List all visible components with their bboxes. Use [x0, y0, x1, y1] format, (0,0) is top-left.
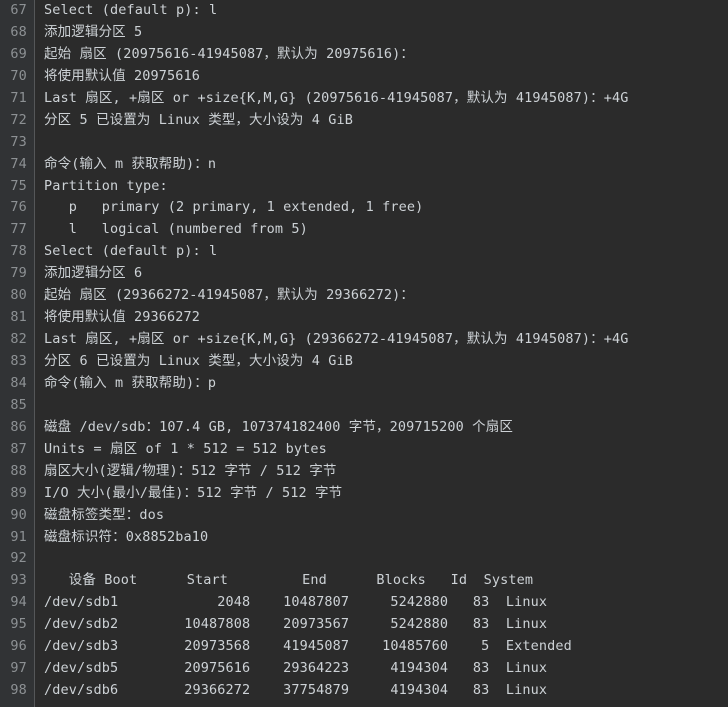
line-number: 73 [10, 133, 27, 150]
line-number: 70 [10, 67, 27, 84]
line-number: 83 [10, 353, 27, 369]
line-text: l logical (numbered from 5) [44, 221, 308, 238]
line-number: 76 [10, 199, 27, 216]
code-line: 73 [0, 132, 728, 154]
line-number: 80 [10, 287, 27, 304]
code-line: 68 添加逻辑分区 5 [0, 22, 728, 44]
line-number: 92 [10, 550, 27, 567]
line-text: 添加逻辑分区 6 [44, 265, 143, 282]
code-line: 84 命令(输入 m 获取帮助)：p [0, 373, 728, 395]
line-number: 93 [10, 572, 27, 589]
line-number: 77 [10, 221, 27, 238]
code-line: 86 磁盘 /dev/sdb：107.4 GB, 107374182400 字节，… [0, 417, 728, 439]
line-number: 98 [10, 682, 27, 699]
line-number: 81 [10, 309, 27, 326]
line-number: 91 [10, 528, 27, 545]
line-number: 79 [10, 265, 27, 282]
code-line: 90 磁盘标签类型：dos [0, 505, 728, 527]
code-line: 97/dev/sdb5 20975616 29364223 4194304 83… [0, 658, 728, 680]
line-text: 扇区大小(逻辑/物理)：512 字节 / 512 字节 [44, 462, 337, 479]
line-number: 75 [10, 177, 27, 194]
line-text: /dev/sdb1 2048 10487807 5242880 83 Linux [44, 594, 548, 611]
line-number: 69 [10, 45, 27, 62]
code-line: 72 分区 5 已设置为 Linux 类型，大小设为 4 GiB [0, 110, 728, 132]
line-number: 74 [10, 155, 27, 172]
code-line: 70 将使用默认值 20975616 [0, 66, 728, 88]
line-text: 分区 5 已设置为 Linux 类型，大小设为 4 GiB [44, 111, 354, 128]
code-line: 92 [0, 548, 728, 570]
line-number: 88 [10, 462, 27, 479]
code-line: 82 Last 扇区, +扇区 or +size{K,M,G} (29366272… [0, 329, 728, 351]
line-number: 96 [10, 638, 27, 655]
code-line: 77 l logical (numbered from 5) [0, 219, 728, 241]
code-line: 83 分区 6 已设置为 Linux 类型，大小设为 4 GiB [0, 351, 728, 373]
code-line: 76 p primary (2 primary, 1 extended, 1 f… [0, 197, 728, 219]
line-text: p primary (2 primary, 1 extended, 1 free… [44, 199, 424, 216]
line-text: Partition type: [44, 177, 168, 194]
line-text: 添加逻辑分区 5 [44, 23, 143, 40]
line-text: Last 扇区, +扇区 or +size{K,M,G} (29366272-4… [44, 331, 629, 348]
line-text: /dev/sdb5 20975616 29364223 4194304 83 L… [44, 660, 548, 677]
line-text: 起始 扇区 (29366272-41945087，默认为 29366272)： [44, 287, 415, 304]
line-text: 磁盘 /dev/sdb：107.4 GB, 107374182400 字节，20… [44, 418, 513, 435]
line-text: 起始 扇区 (20975616-41945087，默认为 20975616)： [44, 45, 415, 62]
code-line: 89 I/O 大小(最小/最佳)：512 字节 / 512 字节 [0, 483, 728, 505]
code-line: 98/dev/sdb6 29366272 37754879 4194304 83… [0, 680, 728, 702]
line-number: 95 [10, 616, 27, 633]
code-line: 75 Partition type: [0, 176, 728, 198]
code-line: 74 命令(输入 m 获取帮助)：n [0, 154, 728, 176]
line-text: Last 扇区, +扇区 or +size{K,M,G} (20975616-4… [44, 89, 629, 106]
code-line: 87 Units = 扇区 of 1 * 512 = 512 bytes [0, 439, 728, 461]
code-line: 96/dev/sdb3 20973568 41945087 10485760 5… [0, 636, 728, 658]
code-line: 91 磁盘标识符：0x8852ba10 [0, 527, 728, 549]
code-line: 93 设备 Boot Start End Blocks Id System [0, 570, 728, 592]
code-line: 88 扇区大小(逻辑/物理)：512 字节 / 512 字节 [0, 461, 728, 483]
code-line: 94/dev/sdb1 2048 10487807 5242880 83 Lin… [0, 592, 728, 614]
line-text: 将使用默认值 20975616 [44, 67, 200, 84]
line-number: 82 [10, 331, 27, 348]
line-text: 将使用默认值 29366272 [44, 309, 200, 326]
line-number: 68 [10, 23, 27, 40]
code-line-list: 67 Select (default p): l 68 添加逻辑分区 5 69 起始 扇区… [0, 0, 728, 702]
line-number: 97 [10, 660, 27, 677]
code-line: 85 [0, 395, 728, 417]
code-line: 71 Last 扇区, +扇区 or +size{K,M,G} (20975616… [0, 88, 728, 110]
line-number: 67 [10, 2, 27, 18]
code-line: 78 Select (default p): l [0, 241, 728, 263]
line-text: 磁盘标识符：0x8852ba10 [44, 528, 209, 545]
line-text: 命令(输入 m 获取帮助)：n [44, 155, 217, 172]
code-line: 67 Select (default p): l [0, 0, 728, 22]
line-number: 71 [10, 89, 27, 106]
line-number: 87 [10, 440, 27, 457]
line-number: 90 [10, 506, 27, 523]
line-number: 89 [10, 484, 27, 501]
code-line: 79 添加逻辑分区 6 [0, 263, 728, 285]
code-line: 69 起始 扇区 (20975616-41945087，默认为 20975616)… [0, 44, 728, 66]
line-text: /dev/sdb3 20973568 41945087 10485760 5 E… [44, 638, 572, 655]
line-text: /dev/sdb2 10487808 20973567 5242880 83 L… [44, 616, 548, 633]
line-text: 设备 Boot Start End Blocks Id System [44, 572, 534, 589]
line-number: 94 [10, 594, 27, 611]
line-number: 78 [10, 243, 27, 260]
code-line: 80 起始 扇区 (29366272-41945087，默认为 29366272)… [0, 285, 728, 307]
line-number: 85 [10, 396, 27, 413]
line-text: 磁盘标签类型：dos [44, 506, 165, 523]
code-line: 81 将使用默认值 29366272 [0, 307, 728, 329]
line-text: 命令(输入 m 获取帮助)：p [44, 374, 217, 391]
line-number: 72 [10, 111, 27, 128]
line-text: Select (default p): l [44, 2, 218, 18]
line-text: I/O 大小(最小/最佳)：512 字节 / 512 字节 [44, 484, 343, 501]
line-number: 86 [10, 418, 27, 435]
line-text: /dev/sdb6 29366272 37754879 4194304 83 L… [44, 682, 548, 699]
code-line: 95/dev/sdb2 10487808 20973567 5242880 83… [0, 614, 728, 636]
line-text: 分区 6 已设置为 Linux 类型，大小设为 4 GiB [44, 353, 354, 369]
line-text: Units = 扇区 of 1 * 512 = 512 bytes [44, 440, 327, 457]
line-text: Select (default p): l [44, 243, 218, 260]
terminal-output-pane: 67 Select (default p): l 68 添加逻辑分区 5 69 起始 扇区… [0, 0, 728, 707]
line-number: 84 [10, 374, 27, 391]
